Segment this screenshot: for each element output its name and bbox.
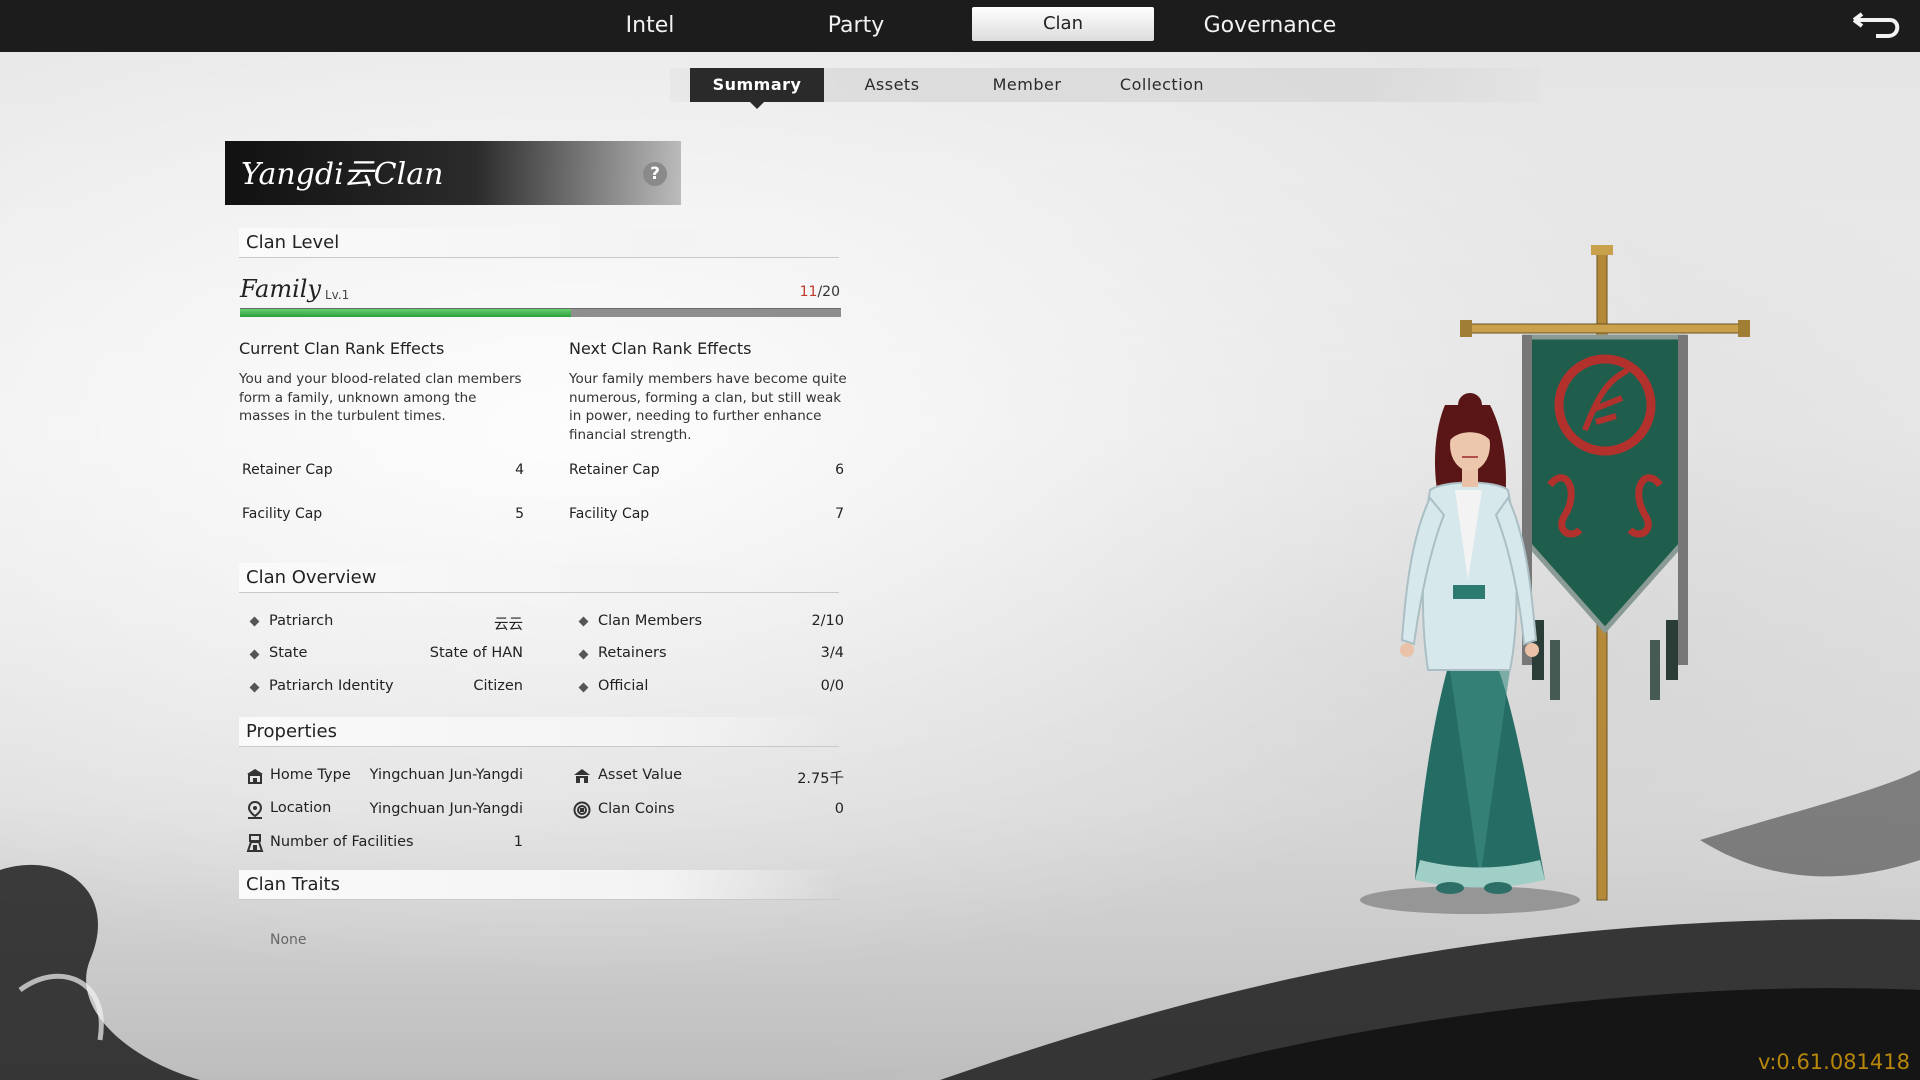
current-retainer-cap-value: 4: [515, 462, 524, 478]
clan-xp-current: 11: [799, 284, 818, 300]
clan-xp-bar: [240, 308, 841, 317]
patriarch-identity-label: Patriarch Identity: [269, 678, 394, 694]
facilities-count-value: 1: [513, 834, 523, 850]
clan-xp-fill: [240, 309, 571, 317]
bullet-diamond-icon: [249, 682, 260, 693]
clan-coins-value: 0: [834, 801, 844, 817]
clan-members-value: 2/10: [811, 613, 844, 629]
house-icon: [247, 769, 263, 784]
help-icon[interactable]: ?: [643, 162, 667, 186]
tab-governance[interactable]: Governance: [1180, 0, 1360, 52]
patriarch-label: Patriarch: [269, 613, 334, 629]
subtab-assets[interactable]: Assets: [825, 68, 959, 102]
version-label: v:0.61.081418: [1758, 1050, 1910, 1074]
tab-intel[interactable]: Intel: [560, 0, 740, 52]
clan-rank-level: Lv.1: [325, 288, 350, 302]
properties-heading: Properties: [239, 717, 839, 747]
current-effects-heading: Current Clan Rank Effects: [239, 339, 445, 358]
current-facility-cap-label: Facility Cap: [242, 506, 323, 522]
location-label: Location: [270, 800, 332, 816]
retainers-label: Retainers: [598, 645, 667, 661]
clan-rank-name: Family: [240, 275, 321, 303]
facility-icon: [246, 834, 264, 852]
clan-name: Yangdi云Clan: [241, 157, 444, 192]
official-label: Official: [598, 678, 649, 694]
current-effects-description: You and your blood-related clan members …: [239, 371, 522, 424]
asset-house-icon: [574, 769, 590, 783]
state-label: State: [269, 645, 308, 661]
state-value: State of HAN: [429, 645, 523, 661]
retainers-value: 3/4: [820, 645, 844, 661]
clan-overview-heading: Clan Overview: [239, 563, 839, 593]
clan-traits-heading: Clan Traits: [239, 870, 839, 900]
location-pin-icon: [247, 801, 263, 819]
clan-coins-label: Clan Coins: [598, 801, 675, 817]
tab-party[interactable]: Party: [766, 0, 946, 52]
next-retainer-cap-value: 6: [835, 462, 844, 478]
tab-clan[interactable]: Clan: [972, 7, 1154, 41]
next-retainer-cap-label: Retainer Cap: [569, 462, 660, 478]
clan-xp-max: /20: [817, 284, 840, 300]
bullet-diamond-icon: [249, 649, 260, 660]
clan-members-label: Clan Members: [598, 613, 703, 629]
bullet-diamond-icon: [578, 616, 589, 627]
clan-xp-readout: 11/20: [760, 284, 840, 300]
asset-value-value: 2.75千: [797, 771, 844, 787]
location-value: Yingchuan Jun-Yangdi: [369, 801, 523, 817]
facilities-count-label: Number of Facilities: [270, 834, 414, 850]
coin-icon: [573, 801, 591, 819]
bullet-diamond-icon: [249, 616, 260, 627]
subtab-member[interactable]: Member: [960, 68, 1094, 102]
clan-traits-value: None: [270, 932, 307, 948]
bullet-diamond-icon: [578, 649, 589, 660]
patriarch-identity-value: Citizen: [473, 678, 523, 694]
current-facility-cap-value: 5: [515, 506, 524, 522]
next-effects-description: Your family members have become quite nu…: [569, 371, 847, 443]
subtab-summary[interactable]: Summary: [690, 68, 824, 109]
clan-level-heading: Clan Level: [239, 228, 839, 258]
clan-title-banner: Yangdi云Clan ?: [225, 141, 681, 205]
bullet-diamond-icon: [578, 682, 589, 693]
back-arrow-icon[interactable]: [1846, 10, 1902, 42]
character-and-clan-banner: [1360, 245, 1750, 914]
official-value: 0/0: [820, 678, 844, 694]
asset-value-label: Asset Value: [598, 767, 683, 783]
next-effects-heading: Next Clan Rank Effects: [569, 339, 752, 358]
top-nav-bar: Intel Party Clan Governance: [0, 0, 1920, 52]
next-facility-cap-label: Facility Cap: [569, 506, 650, 522]
subtab-collection[interactable]: Collection: [1095, 68, 1229, 102]
current-retainer-cap-label: Retainer Cap: [242, 462, 333, 478]
home-type-value: Yingchuan Jun-Yangdi: [369, 767, 523, 783]
next-facility-cap-value: 7: [835, 506, 844, 522]
patriarch-value: 云云: [494, 617, 523, 633]
